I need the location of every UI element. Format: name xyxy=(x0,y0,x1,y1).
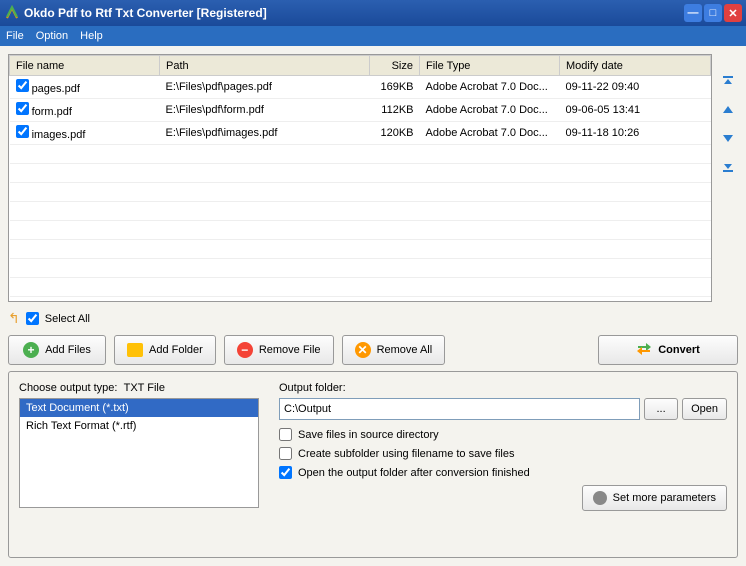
convert-button[interactable]: Convert xyxy=(598,335,738,365)
folder-icon xyxy=(127,343,143,357)
output-type-label: Choose output type: TXT File xyxy=(19,382,259,394)
titlebar: Okdo Pdf to Rtf Txt Converter [Registere… xyxy=(0,0,746,26)
row-modify: 09-11-22 09:40 xyxy=(560,76,711,99)
remove-file-button[interactable]: − Remove File xyxy=(224,335,334,365)
row-size: 169KB xyxy=(370,76,420,99)
close-button[interactable]: ✕ xyxy=(724,4,742,22)
move-up-button[interactable] xyxy=(720,102,736,118)
output-folder-label: Output folder: xyxy=(279,382,727,394)
menubar: File Option Help xyxy=(0,26,746,46)
output-folder-input[interactable] xyxy=(279,398,640,420)
row-modify: 09-06-05 13:41 xyxy=(560,99,711,122)
add-folder-button[interactable]: Add Folder xyxy=(114,335,216,365)
row-checkbox[interactable] xyxy=(16,102,29,115)
col-filename[interactable]: File name xyxy=(10,56,160,76)
row-filetype: Adobe Acrobat 7.0 Doc... xyxy=(420,122,560,145)
row-size: 120KB xyxy=(370,122,420,145)
row-modify: 09-11-18 10:26 xyxy=(560,122,711,145)
maximize-button[interactable]: □ xyxy=(704,4,722,22)
row-filetype: Adobe Acrobat 7.0 Doc... xyxy=(420,76,560,99)
row-path: E:\Files\pdf\pages.pdf xyxy=(160,76,370,99)
menu-file[interactable]: File xyxy=(6,30,24,42)
browse-button[interactable]: ... xyxy=(644,398,678,420)
table-row[interactable]: images.pdf E:\Files\pdf\images.pdf120KBAd… xyxy=(10,122,711,145)
open-after-checkbox[interactable] xyxy=(279,466,292,479)
app-icon xyxy=(4,5,20,21)
list-item[interactable]: Text Document (*.txt) xyxy=(20,399,258,417)
save-source-checkbox[interactable] xyxy=(279,428,292,441)
row-filename: pages.pdf xyxy=(32,83,80,95)
move-bottom-button[interactable] xyxy=(720,158,736,174)
set-more-parameters-button[interactable]: Set more parameters xyxy=(582,485,727,511)
minimize-button[interactable]: — xyxy=(684,4,702,22)
select-all-checkbox[interactable] xyxy=(26,312,39,325)
move-top-button[interactable] xyxy=(720,74,736,90)
col-size[interactable]: Size xyxy=(370,56,420,76)
open-after-label[interactable]: Open the output folder after conversion … xyxy=(298,467,530,479)
remove-all-button[interactable]: ✕ Remove All xyxy=(342,335,446,365)
table-row[interactable]: form.pdf E:\Files\pdf\form.pdf112KBAdobe … xyxy=(10,99,711,122)
window-title: Okdo Pdf to Rtf Txt Converter [Registere… xyxy=(24,6,684,20)
row-path: E:\Files\pdf\images.pdf xyxy=(160,122,370,145)
file-list[interactable]: File name Path Size File Type Modify dat… xyxy=(8,54,712,302)
row-checkbox[interactable] xyxy=(16,125,29,138)
x-icon: ✕ xyxy=(355,342,371,358)
row-size: 112KB xyxy=(370,99,420,122)
convert-icon xyxy=(636,341,652,360)
row-filename: images.pdf xyxy=(32,129,86,141)
save-source-label[interactable]: Save files in source directory xyxy=(298,429,439,441)
plus-icon: + xyxy=(23,342,39,358)
select-all-label[interactable]: Select All xyxy=(45,313,90,325)
open-folder-button[interactable]: Open xyxy=(682,398,727,420)
create-subfolder-checkbox[interactable] xyxy=(279,447,292,460)
list-item[interactable]: Rich Text Format (*.rtf) xyxy=(20,417,258,435)
col-modify[interactable]: Modify date xyxy=(560,56,711,76)
move-down-button[interactable] xyxy=(720,130,736,146)
minus-icon: − xyxy=(237,342,253,358)
row-filename: form.pdf xyxy=(32,106,72,118)
create-subfolder-label[interactable]: Create subfolder using filename to save … xyxy=(298,448,514,460)
menu-help[interactable]: Help xyxy=(80,30,103,42)
output-type-list[interactable]: Text Document (*.txt)Rich Text Format (*… xyxy=(19,398,259,508)
menu-option[interactable]: Option xyxy=(36,30,68,42)
add-files-button[interactable]: + Add Files xyxy=(8,335,106,365)
row-checkbox[interactable] xyxy=(16,79,29,92)
row-path: E:\Files\pdf\form.pdf xyxy=(160,99,370,122)
gear-icon xyxy=(593,491,607,505)
table-row[interactable]: pages.pdf E:\Files\pdf\pages.pdf169KBAdob… xyxy=(10,76,711,99)
row-filetype: Adobe Acrobat 7.0 Doc... xyxy=(420,99,560,122)
col-filetype[interactable]: File Type xyxy=(420,56,560,76)
col-path[interactable]: Path xyxy=(160,56,370,76)
folder-up-icon[interactable]: ↰ xyxy=(8,310,20,327)
